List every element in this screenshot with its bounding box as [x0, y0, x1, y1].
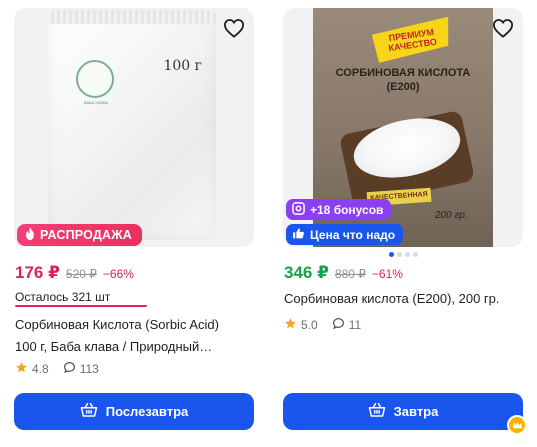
- product-title[interactable]: Сорбиновая Кислота (Sorbic Acid) 100 г, …: [15, 314, 251, 358]
- old-price: 520 ₽: [65, 267, 97, 281]
- star-icon: [284, 317, 297, 333]
- caption-line: (E200): [386, 81, 420, 93]
- current-price: 176 ₽: [15, 263, 60, 282]
- product-title-line: 100 г, Баба клава / Природный…: [15, 339, 213, 354]
- product-package: БАБА КЛАВА 100 г: [48, 10, 216, 240]
- package-weight-label: 100 г: [163, 58, 202, 74]
- bonus-badge-label: +18 бонусов: [310, 202, 384, 217]
- old-price: 880 ₽: [334, 267, 366, 281]
- crown-badge-icon: [507, 415, 527, 435]
- current-price: 346 ₽: [284, 263, 329, 282]
- delivery-date-label: Завтра: [393, 404, 439, 419]
- basket-icon: [368, 402, 386, 421]
- add-to-cart-button[interactable]: Завтра: [283, 393, 523, 430]
- product-image[interactable]: БАБА КЛАВА 100 г: [14, 8, 254, 247]
- bonus-badge: +18 бонусов: [286, 199, 392, 220]
- carousel-dot[interactable]: [404, 252, 410, 257]
- rating-value: 4.8: [32, 362, 49, 376]
- carousel-dot[interactable]: [388, 252, 394, 257]
- reviews-count: 113: [79, 362, 99, 376]
- favorite-heart-icon[interactable]: [489, 14, 517, 42]
- bonus-coin-icon: [292, 201, 305, 218]
- price-row: 176 ₽ 520 ₽ −66%: [15, 263, 134, 283]
- image-carousel-dots[interactable]: [283, 252, 523, 257]
- reviews-count: 11: [348, 318, 362, 332]
- basket-icon: [80, 402, 98, 421]
- brand-logo: [76, 60, 114, 98]
- discount-percent: −66%: [102, 267, 134, 281]
- reviews-icon: [332, 317, 345, 333]
- product-card-sorbic-acid-200g[interactable]: ПРЕМИУМ КАЧЕСТВО СОРБИНОВАЯ КИСЛОТА (E20…: [283, 0, 523, 447]
- product-photo-caption: СОРБИНОВАЯ КИСЛОТА (E200): [323, 66, 483, 94]
- carousel-dot[interactable]: [396, 252, 402, 257]
- caption-line: СОРБИНОВАЯ КИСЛОТА: [335, 67, 471, 79]
- reviews-icon: [63, 361, 76, 377]
- sale-badge: РАСПРОДАЖА: [17, 224, 142, 246]
- rating-value: 5.0: [301, 318, 318, 332]
- stock-remaining-text: Осталось 321 шт: [15, 290, 111, 304]
- product-title-line: Сорбиновая Кислота (Sorbic Acid): [15, 317, 219, 332]
- brand-logo-text: БАБА КЛАВА: [83, 100, 109, 105]
- product-title-line: Сорбиновая кислота (Е200), 200 гр.: [284, 291, 500, 306]
- product-card-sorbic-acid-100g[interactable]: БАБА КЛАВА 100 г РАСПРОДАЖА 176 ₽ 520 ₽ …: [14, 0, 254, 447]
- delivery-date-label: Послезавтра: [105, 404, 189, 419]
- stock-progress-bar: [15, 305, 147, 307]
- product-title[interactable]: Сорбиновая кислота (Е200), 200 гр.: [284, 288, 520, 310]
- discount-percent: −61%: [371, 267, 403, 281]
- rating-row[interactable]: 4.8 113: [15, 361, 99, 377]
- carousel-dot[interactable]: [412, 252, 418, 257]
- favorite-heart-icon[interactable]: [220, 14, 248, 42]
- price-row: 346 ₽ 880 ₽ −61%: [284, 263, 403, 283]
- add-to-cart-button[interactable]: Послезавтра: [14, 393, 254, 430]
- star-icon: [15, 361, 28, 377]
- good-price-badge-label: Цена что надо: [310, 227, 396, 242]
- thumbs-up-icon: [292, 227, 305, 243]
- sale-badge-label: РАСПРОДАЖА: [40, 228, 132, 242]
- rating-row[interactable]: 5.0 11: [284, 317, 361, 333]
- flame-icon: [25, 227, 35, 243]
- photo-weight-label: 200 гр.: [435, 210, 468, 221]
- good-price-badge: Цена что надо: [286, 224, 404, 245]
- package-seal: [48, 10, 216, 24]
